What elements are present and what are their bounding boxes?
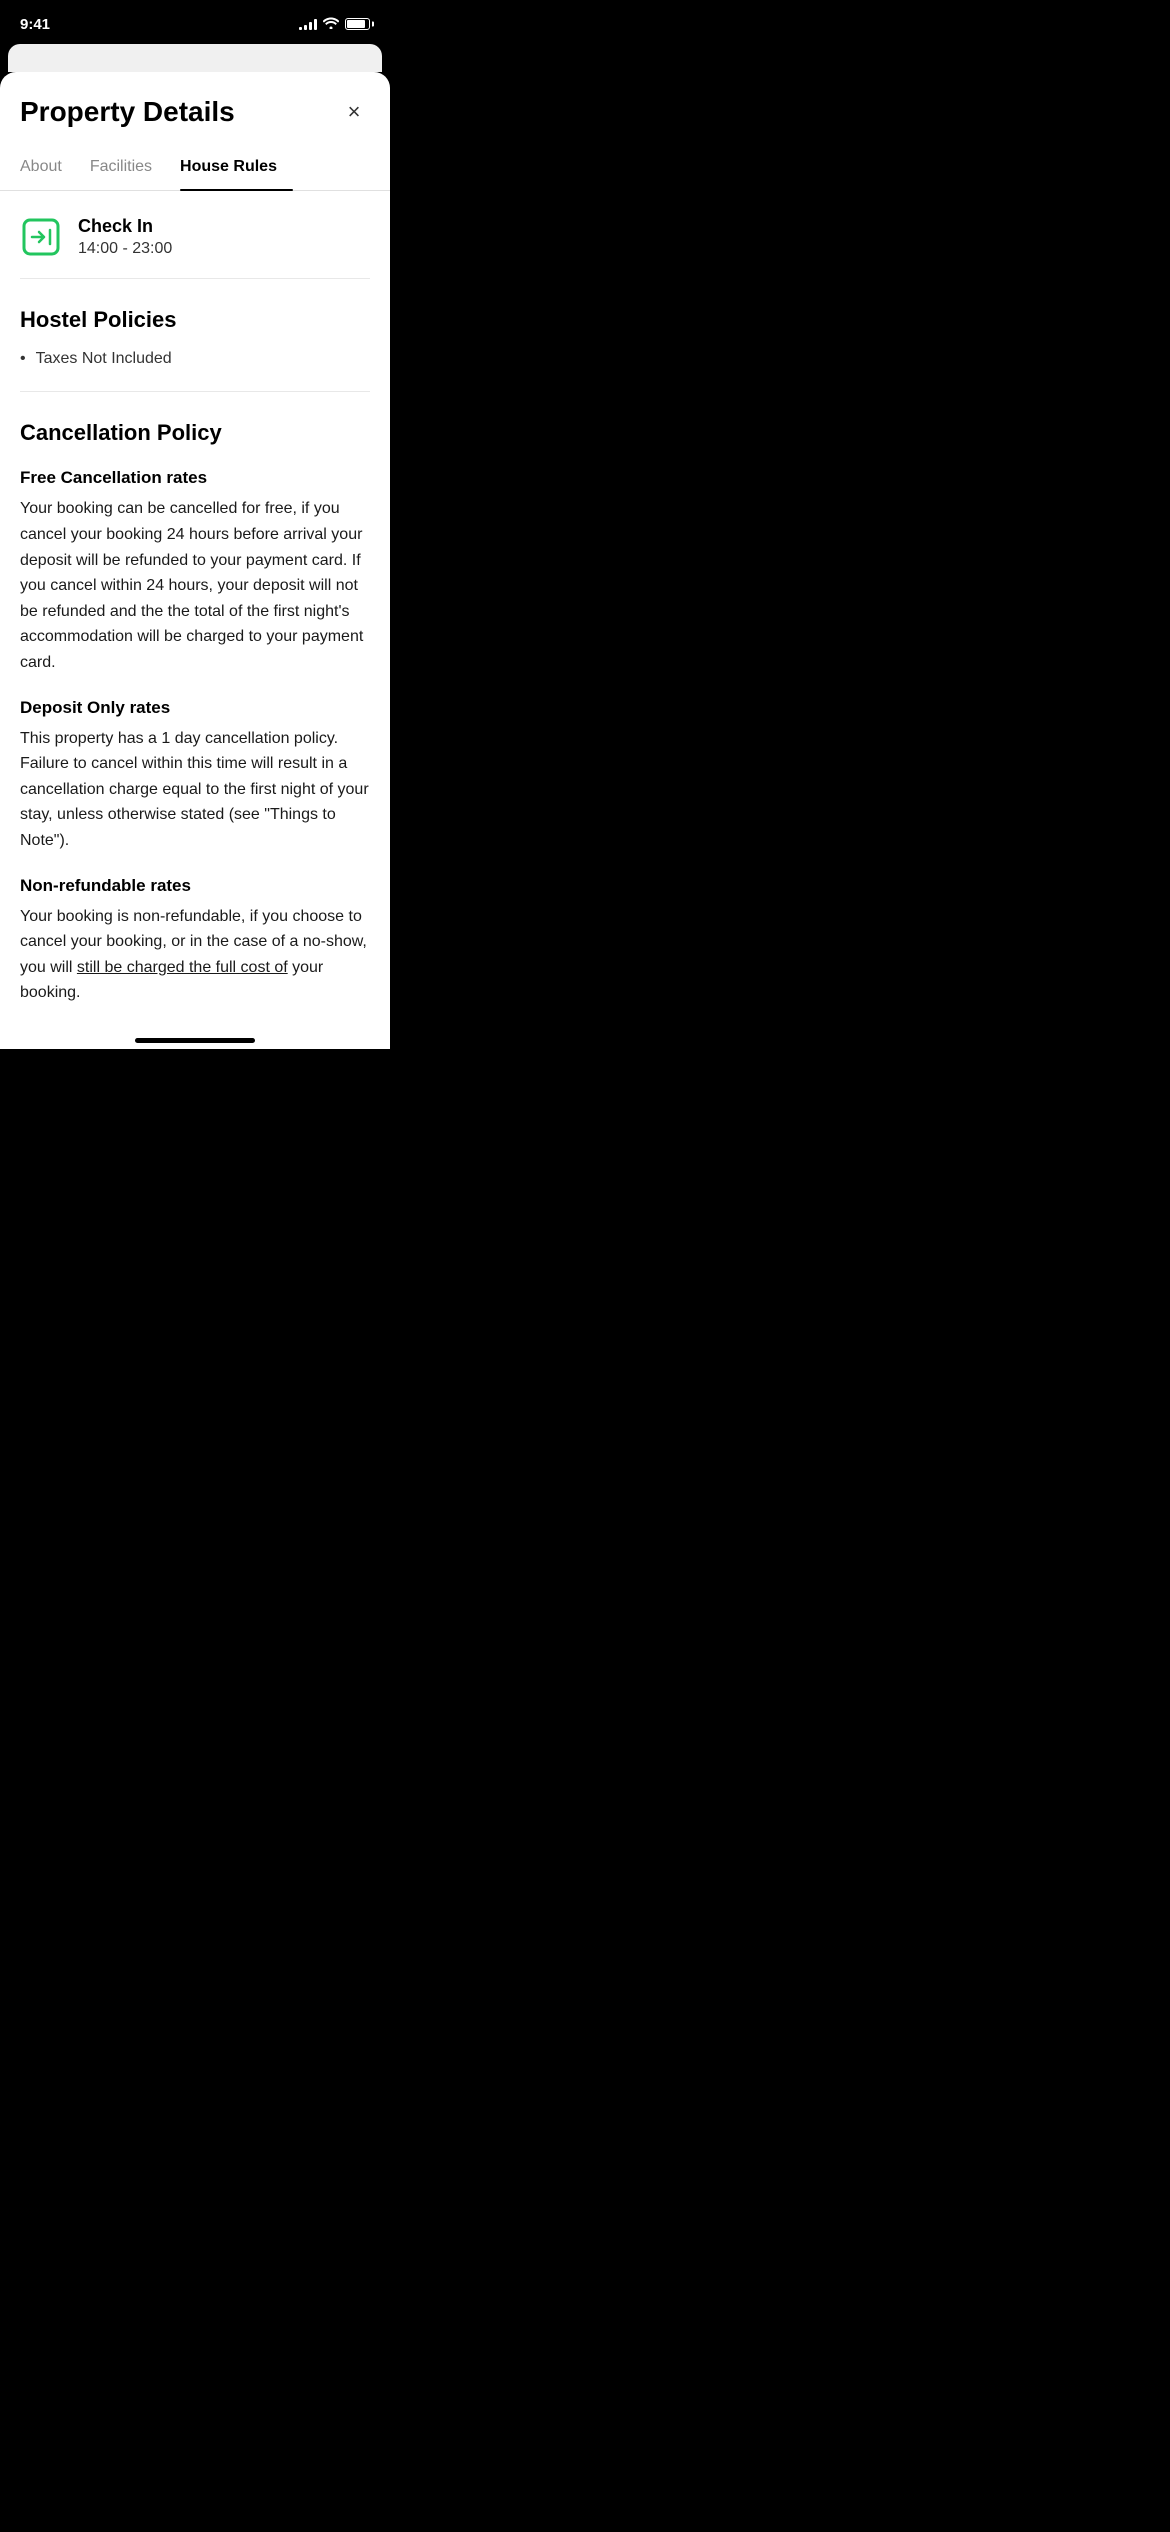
status-bar: 9:41 [0, 0, 390, 44]
status-time: 9:41 [20, 16, 50, 33]
home-indicator-area [0, 1028, 390, 1049]
tab-house-rules[interactable]: House Rules [180, 144, 293, 190]
check-in-label: Check In [78, 215, 172, 238]
non-refundable-heading: Non-refundable rates [20, 876, 370, 896]
cancellation-policy-section: Cancellation Policy Free Cancellation ra… [20, 392, 370, 1006]
bullet-dot: • [20, 347, 26, 371]
wifi-icon [323, 16, 339, 32]
content-area: Check In 14:00 - 23:00 Hostel Policies •… [0, 191, 390, 1028]
check-in-text: Check In 14:00 - 23:00 [78, 215, 172, 258]
property-details-modal: Property Details × About Facilities Hous… [0, 72, 390, 1049]
home-indicator [135, 1038, 255, 1043]
check-in-time: 14:00 - 23:00 [78, 240, 172, 258]
non-refundable-block: Non-refundable rates Your booking is non… [20, 876, 370, 1006]
background-peek [8, 44, 382, 72]
free-cancellation-heading: Free Cancellation rates [20, 468, 370, 488]
non-refundable-text: Your booking is non-refundable, if you c… [20, 904, 370, 1006]
deposit-only-heading: Deposit Only rates [20, 698, 370, 718]
tab-facilities[interactable]: Facilities [90, 144, 168, 190]
modal-header: Property Details × [0, 72, 390, 144]
close-icon: × [348, 101, 361, 123]
check-in-section: Check In 14:00 - 23:00 [20, 191, 370, 279]
status-icons [299, 16, 370, 32]
deposit-only-text: This property has a 1 day cancellation p… [20, 726, 370, 854]
hostel-policies-title: Hostel Policies [20, 307, 370, 333]
modal-title: Property Details [20, 97, 235, 128]
tabs-bar: About Facilities House Rules [0, 144, 390, 191]
check-in-icon [20, 216, 62, 258]
cancellation-policy-title: Cancellation Policy [20, 420, 370, 446]
free-cancellation-text: Your booking can be cancelled for free, … [20, 496, 370, 675]
deposit-only-block: Deposit Only rates This property has a 1… [20, 698, 370, 854]
battery-icon [345, 18, 370, 30]
close-button[interactable]: × [338, 96, 370, 128]
hostel-policies-section: Hostel Policies • Taxes Not Included [20, 279, 370, 392]
free-cancellation-block: Free Cancellation rates Your booking can… [20, 468, 370, 675]
signal-icon [299, 18, 317, 30]
tab-about[interactable]: About [20, 144, 78, 190]
hostel-policy-item: • Taxes Not Included [20, 347, 370, 371]
hostel-policy-text: Taxes Not Included [36, 347, 172, 371]
